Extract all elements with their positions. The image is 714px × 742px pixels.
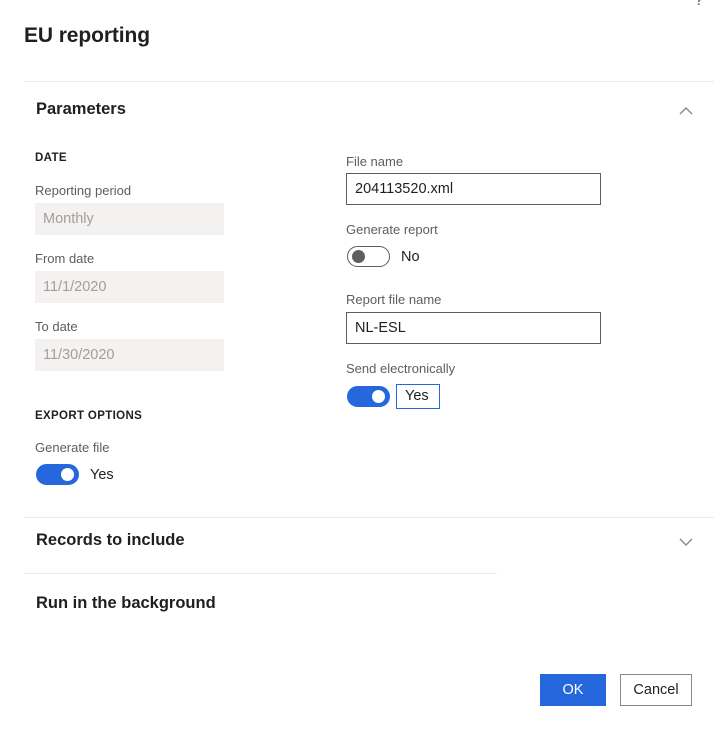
cancel-button[interactable]: Cancel [620, 674, 692, 706]
toggle-knob [61, 468, 74, 481]
group-label-export-options: EXPORT OPTIONS [35, 410, 143, 422]
section-header-parameters[interactable]: Parameters [36, 100, 126, 119]
toggle-send-electronically[interactable] [347, 386, 390, 407]
toggle-generate-file[interactable] [36, 464, 79, 485]
toggle-state-generate-file: Yes [90, 467, 114, 483]
input-file-name[interactable] [346, 173, 601, 205]
toggle-knob [352, 250, 365, 263]
label-to-date: To date [35, 319, 78, 334]
input-reporting-period [35, 203, 224, 235]
section-divider-run-background [24, 573, 497, 574]
toggle-state-generate-report: No [401, 249, 420, 265]
section-header-run-in-background[interactable]: Run in the background [36, 594, 216, 613]
label-generate-file: Generate file [35, 440, 110, 455]
input-from-date [35, 271, 224, 303]
toggle-generate-report[interactable] [347, 246, 390, 267]
chevron-up-icon[interactable] [672, 97, 700, 125]
page-title: EU reporting [24, 24, 150, 47]
label-report-file-name: Report file name [346, 292, 442, 307]
label-from-date: From date [35, 251, 95, 266]
toggle-knob [372, 390, 385, 403]
label-reporting-period: Reporting period [35, 183, 132, 198]
label-file-name: File name [346, 154, 404, 169]
section-divider-records [24, 517, 714, 518]
input-to-date [35, 339, 224, 371]
help-question-icon[interactable]: ? [690, 0, 708, 9]
group-label-date: DATE [35, 152, 67, 164]
chevron-down-icon[interactable] [672, 528, 700, 556]
section-header-records-to-include[interactable]: Records to include [36, 531, 185, 550]
ok-button[interactable]: OK [540, 674, 606, 706]
input-report-file-name[interactable] [346, 312, 601, 344]
toggle-state-send-electronically[interactable]: Yes [396, 384, 440, 409]
label-generate-report: Generate report [346, 222, 438, 237]
header-divider [24, 81, 714, 82]
eu-reporting-dialog: ? EU reporting Parameters DATE Reporting… [0, 0, 714, 742]
label-send-electronically: Send electronically [346, 361, 456, 376]
